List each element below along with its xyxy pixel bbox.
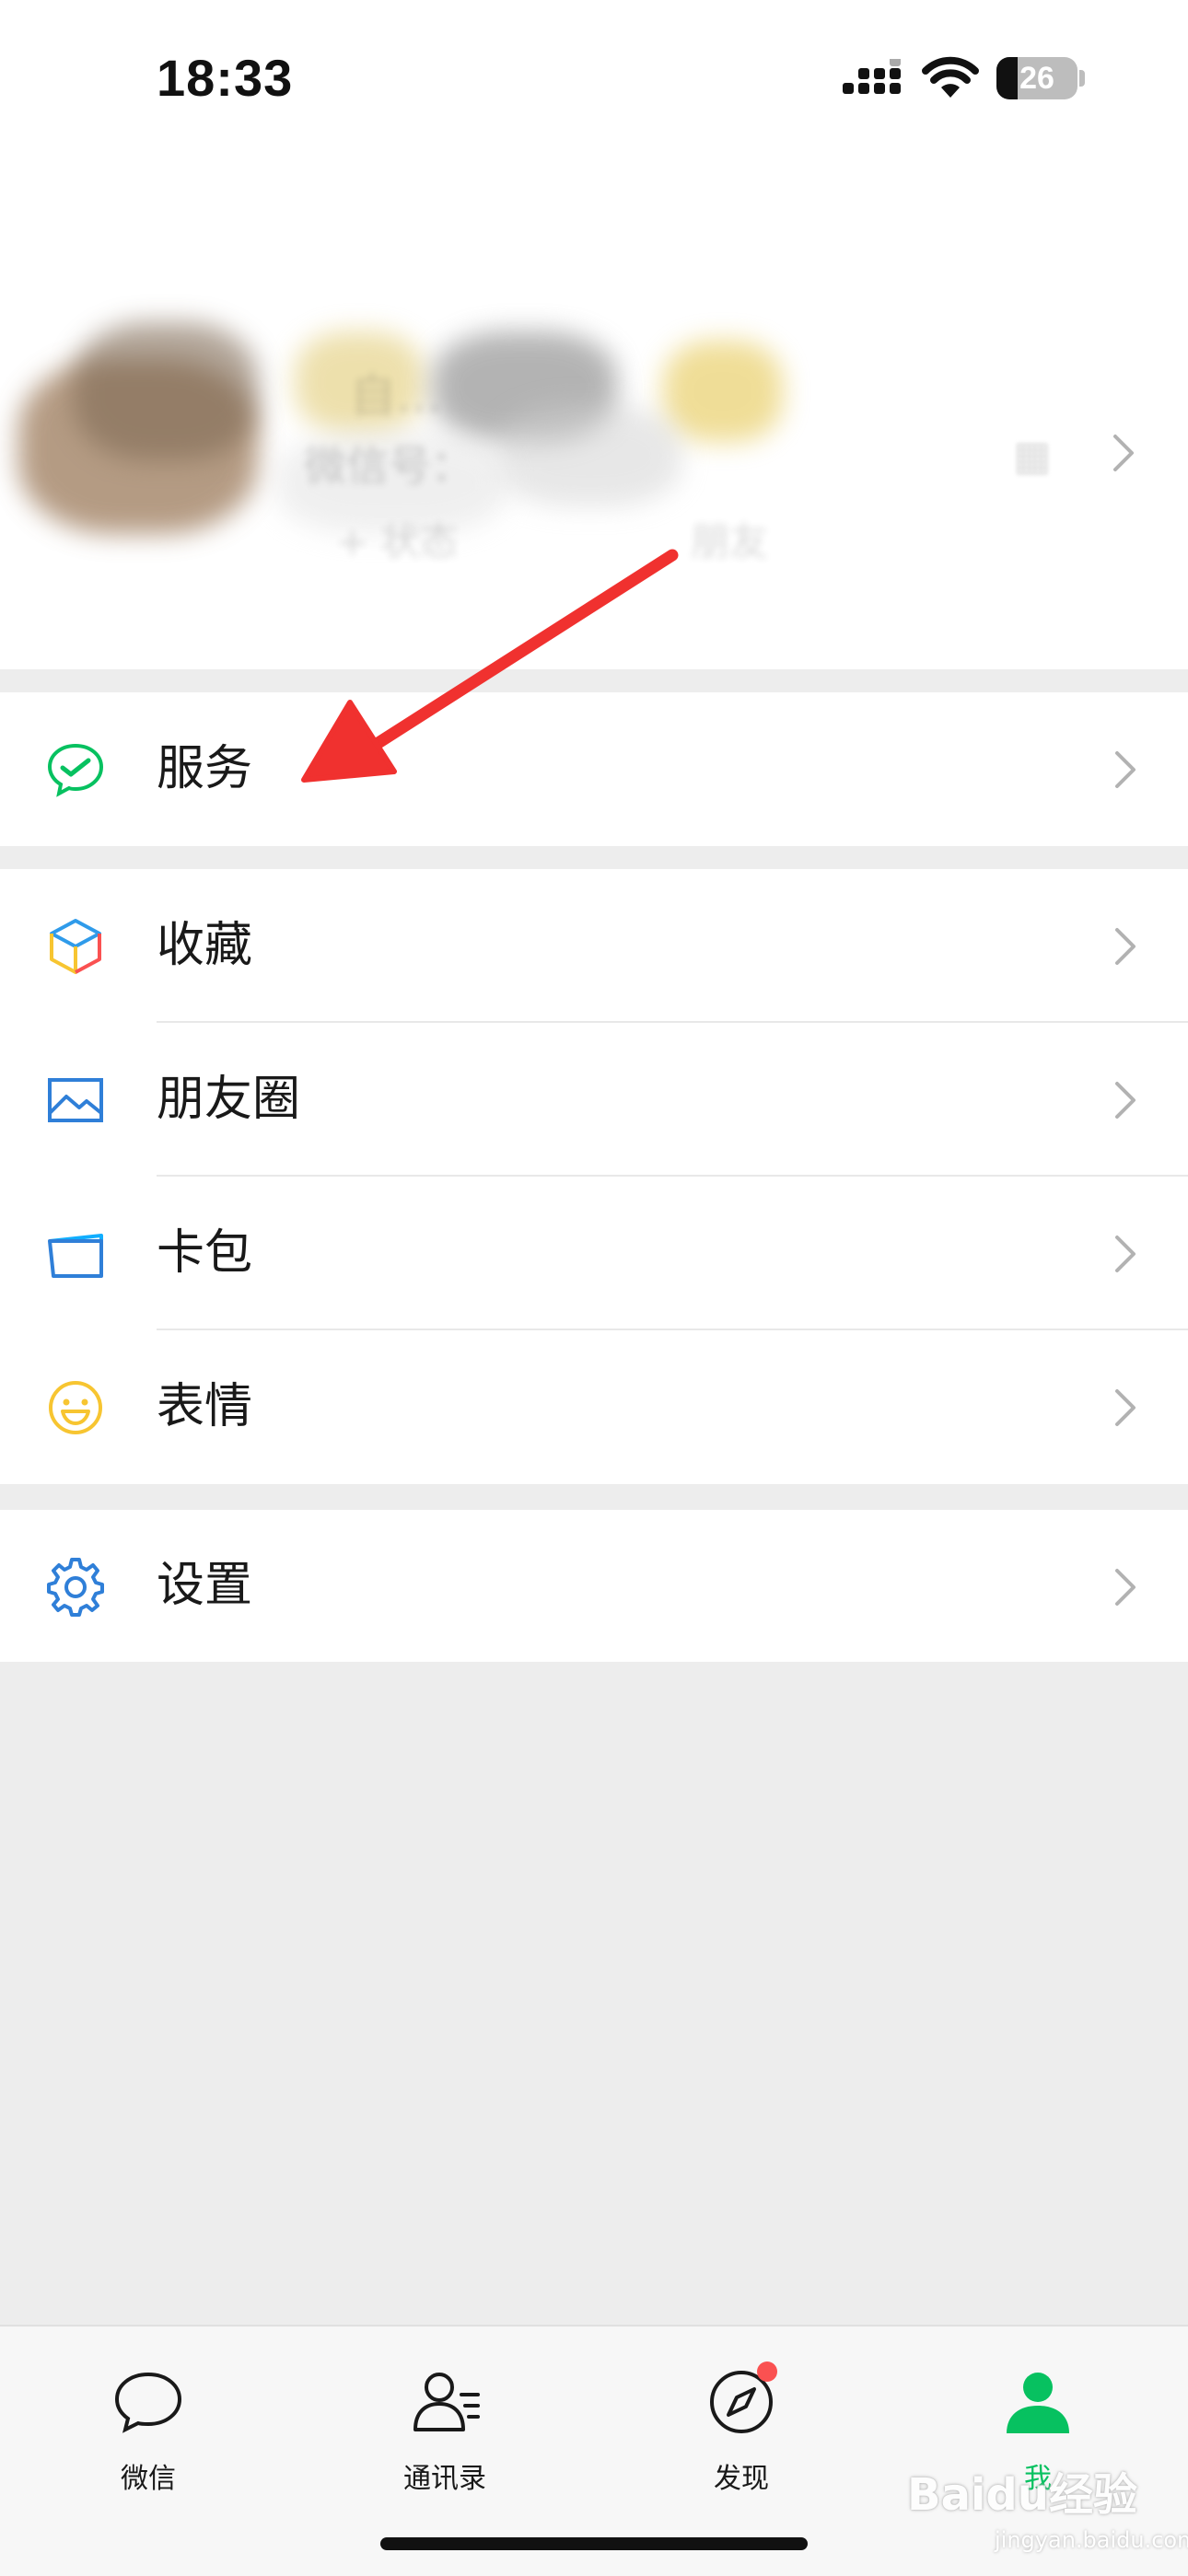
card-icon	[48, 1234, 103, 1278]
moments-label: 朋友圈	[157, 1072, 301, 1127]
status-bar: 18:33 26	[0, 0, 1188, 157]
chevron-right-icon	[1115, 1236, 1136, 1272]
cellular-signal-icon	[843, 59, 901, 94]
favorites-label: 收藏	[157, 918, 253, 973]
home-indicator	[380, 2537, 808, 2550]
chevron-right-icon	[1115, 1569, 1136, 1606]
cube-icon	[50, 919, 101, 974]
menu-item-stickers[interactable]: 表情	[0, 1330, 1188, 1484]
picture-icon	[48, 1078, 103, 1122]
tab-contacts[interactable]: 通讯录	[297, 2354, 593, 2501]
chevron-right-icon	[1113, 435, 1134, 471]
battery-indicator: 26	[996, 57, 1085, 99]
tab-label: 发现	[714, 2463, 769, 2495]
watermark-logo: Baidu经验	[907, 2469, 1137, 2521]
features-group: 收藏 朋友圈 卡包 表情	[0, 869, 1188, 1484]
tab-label: 通讯录	[403, 2463, 486, 2495]
services-group: 服务	[0, 692, 1188, 846]
profile-friends-status: 朋友	[691, 519, 769, 564]
person-icon	[1007, 2373, 1069, 2433]
gear-icon	[47, 1558, 104, 1617]
menu-item-services[interactable]: 服务	[0, 692, 1188, 846]
contacts-icon	[413, 2373, 480, 2431]
profile-header[interactable]: 自… 微信号： + 状态 朋友 ▦	[0, 157, 1188, 669]
wechat-pay-icon	[47, 743, 104, 797]
menu-item-moments[interactable]: 朋友圈	[0, 1023, 1188, 1177]
qr-code-icon[interactable]: ▦	[1013, 433, 1052, 480]
settings-group: 设置	[0, 1510, 1188, 1662]
menu-item-settings[interactable]: 设置	[0, 1510, 1188, 1662]
chevron-right-icon	[1115, 928, 1136, 965]
cards-label: 卡包	[157, 1225, 253, 1281]
smiley-icon	[49, 1381, 102, 1434]
tab-discover[interactable]: 发现	[593, 2354, 890, 2501]
stickers-label: 表情	[157, 1379, 253, 1434]
watermark-url: jingyan.baidu.com	[995, 2527, 1188, 2553]
tab-label: 微信	[121, 2463, 176, 2495]
menu-item-cards[interactable]: 卡包	[0, 1177, 1188, 1330]
chevron-right-icon	[1115, 751, 1136, 788]
menu-item-favorites[interactable]: 收藏	[0, 869, 1188, 1023]
chevron-right-icon	[1115, 1082, 1136, 1119]
status-time: 18:33	[157, 49, 294, 107]
notification-dot	[757, 2361, 777, 2382]
services-label: 服务	[157, 741, 253, 796]
battery-percent: 26	[1019, 61, 1054, 96]
profile-wechat-id: 微信号：	[304, 441, 473, 491]
profile-nickname: 自…	[350, 369, 442, 423]
wifi-icon	[922, 56, 979, 98]
settings-label: 设置	[157, 1558, 253, 1613]
profile-status-button[interactable]: + 状态	[336, 511, 459, 567]
chevron-right-icon	[1115, 1389, 1136, 1426]
chat-bubble-icon	[114, 2372, 182, 2433]
tab-chats[interactable]: 微信	[0, 2354, 297, 2501]
